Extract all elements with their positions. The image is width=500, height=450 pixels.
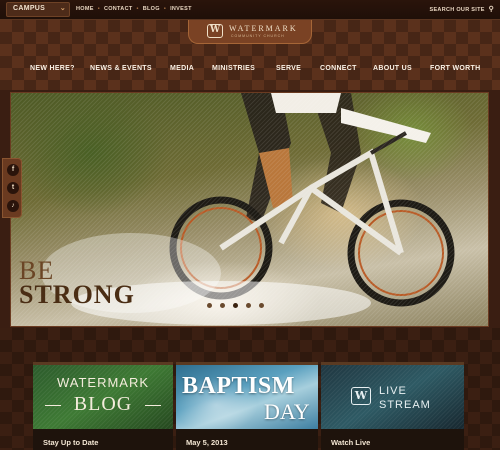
logo-subtitle: COMMUNITY CHURCH [231, 34, 285, 38]
campus-selector[interactable]: CAMPUS ⌄ [6, 2, 70, 17]
separator-dot: • [97, 6, 100, 12]
hero-title: BE STRONG [19, 258, 135, 309]
utility-bar: CAMPUS ⌄ HOME • CONTACT • BLOG • INVEST … [0, 0, 500, 20]
logo-name: WATERMARK [229, 24, 298, 33]
divider [145, 405, 161, 406]
campus-label: CAMPUS [13, 5, 46, 12]
search-button[interactable]: SEARCH OUR SITE ⚲ [430, 5, 495, 13]
utility-link-invest[interactable]: INVEST [170, 6, 192, 12]
card-live-banner: W LIVE STREAM [321, 365, 464, 429]
facebook-icon[interactable]: f [7, 164, 19, 176]
nav-item-connect[interactable]: CONNECT [320, 65, 357, 72]
card-baptism[interactable]: BAPTISM DAY May 5, 2013 [176, 362, 318, 450]
search-icon: ⚲ [488, 6, 494, 13]
card-live-line2: STREAM [379, 399, 431, 411]
card-blog-line2: BLOG [73, 393, 133, 415]
chevron-down-icon: ⌄ [59, 5, 66, 12]
separator-dot: • [163, 6, 167, 12]
search-label: SEARCH OUR SITE [429, 7, 485, 13]
nav-item-ministries[interactable]: MINISTRIES [212, 65, 255, 72]
utility-link-contact[interactable]: CONTACT [104, 6, 133, 12]
nav-item-serve[interactable]: SERVE [276, 65, 301, 72]
utility-link-blog[interactable]: BLOG [143, 6, 160, 12]
card-live-stream[interactable]: W LIVE STREAM Watch Live [321, 362, 464, 450]
card-baptism-footer: May 5, 2013 [176, 429, 318, 450]
card-live-footer: Watch Live [321, 429, 464, 450]
site-header: W WATERMARK COMMUNITY CHURCH NEW HERE? N… [0, 20, 500, 90]
slider-pagination [207, 303, 264, 308]
nav-item-media[interactable]: MEDIA [170, 65, 194, 72]
card-baptism-banner: BAPTISM DAY [176, 365, 318, 429]
card-blog[interactable]: WATERMARK BLOG Stay Up to Date [33, 362, 173, 450]
nav-item-news-events[interactable]: NEWS & EVENTS [90, 65, 152, 72]
card-live-line1: LIVE [379, 385, 407, 397]
nav-item-fort-worth[interactable]: FORT WORTH [430, 65, 480, 72]
live-stream-logo-icon: W [351, 387, 371, 405]
card-baptism-line1: BAPTISM [182, 373, 295, 399]
slider-dot[interactable] [233, 303, 238, 308]
card-blog-line1: WATERMARK [56, 375, 150, 390]
twitter-icon[interactable]: t [7, 182, 19, 194]
podcast-icon[interactable]: ♪ [7, 200, 19, 212]
nav-item-about-us[interactable]: ABOUT US [373, 65, 412, 72]
slider-dot[interactable] [259, 303, 264, 308]
utility-link-home[interactable]: HOME [76, 6, 94, 12]
card-blog-banner: WATERMARK BLOG [33, 365, 173, 429]
card-blog-footer: Stay Up to Date [33, 429, 173, 450]
utility-nav: HOME • CONTACT • BLOG • INVEST [76, 6, 192, 12]
main-nav: NEW HERE? NEWS & EVENTS MEDIA MINISTRIES… [0, 65, 500, 79]
nav-item-new-here[interactable]: NEW HERE? [30, 65, 75, 72]
hero-title-line2: STRONG [19, 280, 135, 309]
social-links: f t ♪ [2, 158, 22, 218]
logo-mark-icon: W [207, 24, 223, 38]
slider-dot[interactable] [220, 303, 225, 308]
card-baptism-line2: DAY [264, 399, 310, 424]
logo[interactable]: W WATERMARK COMMUNITY CHURCH [188, 20, 312, 44]
slider-dot[interactable] [207, 303, 212, 308]
hero-slider[interactable]: BE STRONG [10, 92, 489, 327]
separator-dot: • [136, 6, 139, 12]
slider-dot[interactable] [246, 303, 251, 308]
